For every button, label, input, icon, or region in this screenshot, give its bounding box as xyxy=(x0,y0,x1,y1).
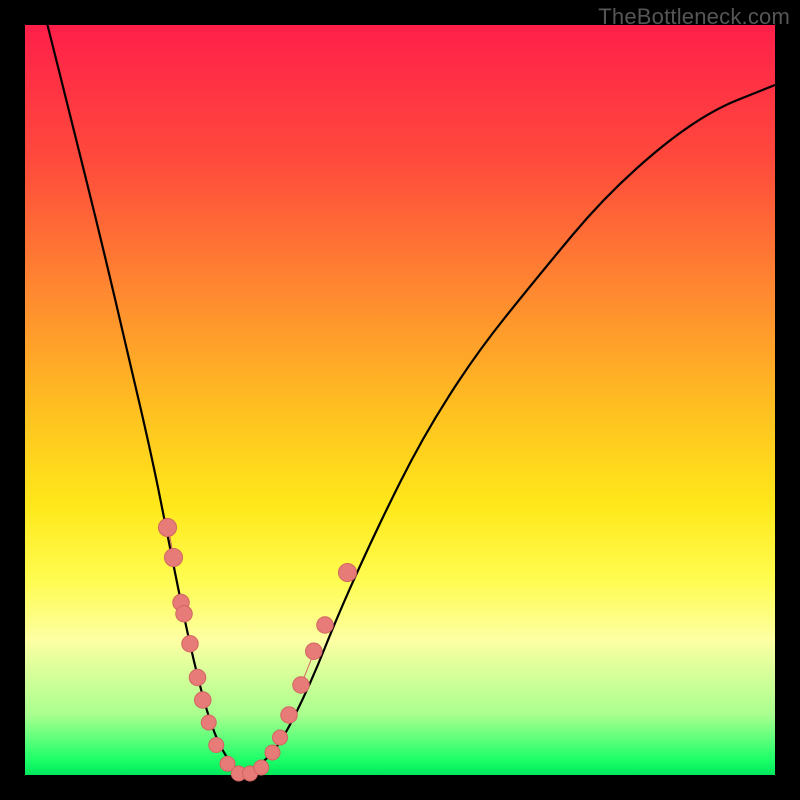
marker-dot xyxy=(176,606,193,623)
marker-dot xyxy=(201,715,216,730)
marker-dot xyxy=(306,643,323,660)
marker-dot xyxy=(209,738,224,753)
marker-dot xyxy=(317,617,334,634)
marker-dots xyxy=(159,519,357,782)
marker-dot xyxy=(293,677,310,694)
marker-dot xyxy=(265,745,280,760)
bottleneck-curve xyxy=(48,25,776,773)
marker-dot xyxy=(182,636,199,653)
marker-dot xyxy=(254,760,269,775)
marker-dot xyxy=(273,730,288,745)
chart-overlay xyxy=(25,25,775,775)
marker-dot xyxy=(189,669,206,686)
marker-dot xyxy=(339,564,357,582)
marker-dot xyxy=(165,549,183,567)
marker-dot xyxy=(159,519,177,537)
marker-dot xyxy=(281,707,298,724)
marker-dot xyxy=(195,692,212,709)
